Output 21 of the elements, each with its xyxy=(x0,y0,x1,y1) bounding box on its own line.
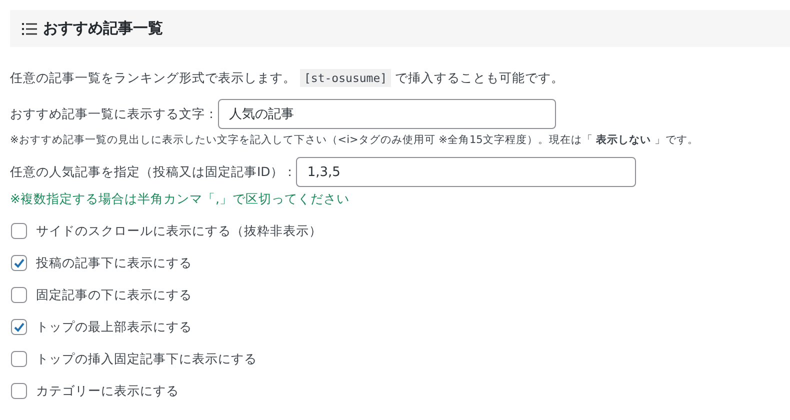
checkbox-label[interactable]: トップの挿入固定記事下に表示にする xyxy=(36,350,257,368)
checkbox-label[interactable]: サイドのスクロールに表示にする（抜粋非表示） xyxy=(36,222,322,240)
list-icon xyxy=(22,22,37,36)
field-label: おすすめ記事一覧に表示する文字： xyxy=(10,106,218,122)
checkbox[interactable] xyxy=(11,319,27,335)
checkbox-label[interactable]: カテゴリーに表示にする xyxy=(36,382,179,400)
hint-text: ※おすすめ記事一覧の見出しに表示したい文字を記入して下さい（<i>タグのみ使用可 ※全角15文字程度）。現在は「 表示しない 」です。 xyxy=(10,133,700,147)
description-text: 任意の記事一覧をランキング形式で表示します。 [st-osusume] で挿入することも可能です。 xyxy=(10,68,566,89)
checkbox[interactable] xyxy=(11,287,27,303)
field-label: 任意の人気記事を指定（投稿又は固定記事ID）： xyxy=(10,164,296,180)
section-title: おすすめ記事一覧 xyxy=(43,19,163,38)
checkbox[interactable] xyxy=(11,255,27,271)
text-field[interactable]: 1,3,5 xyxy=(296,157,636,187)
checkbox-label[interactable]: 投稿の記事下に表示にする xyxy=(36,254,192,272)
text-field[interactable]: 人気の記事 xyxy=(218,99,556,129)
checkbox-label[interactable]: 固定記事の下に表示にする xyxy=(36,286,192,304)
checkbox[interactable] xyxy=(11,223,27,239)
checkbox-label[interactable]: トップの最上部表示にする xyxy=(36,318,192,336)
hint-text: ※複数指定する場合は半角カンマ「,」で区切ってください xyxy=(10,191,350,208)
checkbox[interactable] xyxy=(11,351,27,367)
checkbox[interactable] xyxy=(11,383,27,399)
